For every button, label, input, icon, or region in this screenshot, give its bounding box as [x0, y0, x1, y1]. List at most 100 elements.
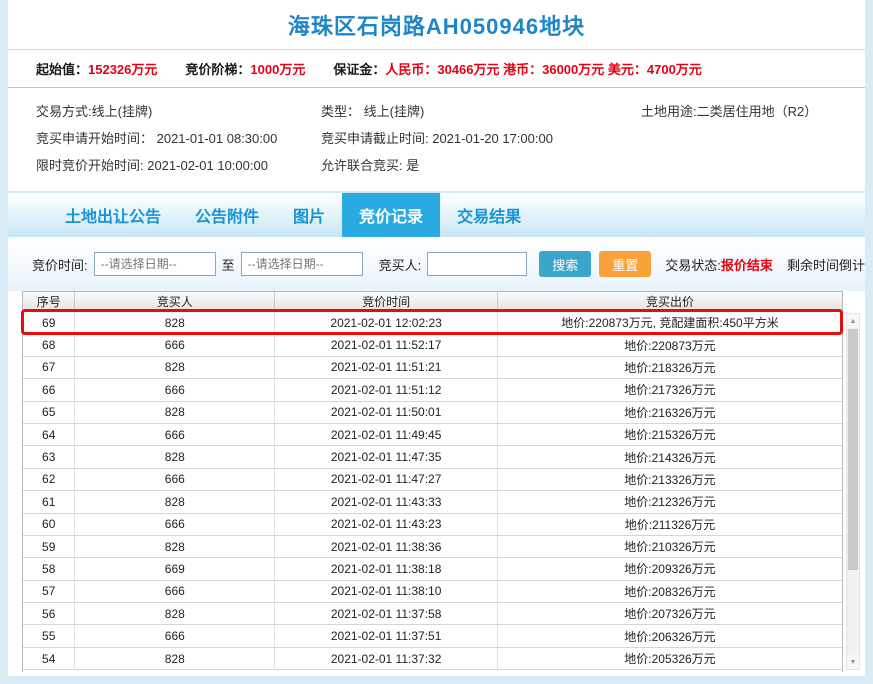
scrollbar-thumb[interactable]	[848, 329, 858, 570]
header-bidder: 竞买人	[75, 292, 275, 311]
countdown-label: 剩余时间倒计时:	[787, 255, 873, 274]
trade-status-value: 报价结束	[721, 255, 773, 274]
date-range-separator: 至	[222, 255, 235, 274]
cell-bidder: 828	[75, 402, 275, 423]
cell-bid-price: 地价:220873万元, 竞配建面积:450平方米	[498, 312, 842, 333]
cell-bid-time: 2021-02-01 11:37:32	[275, 648, 498, 669]
bidder-filter-label: 竞买人:	[379, 255, 422, 274]
cell-seq: 65	[23, 402, 75, 423]
bid-step-label: 竞价阶梯：	[185, 62, 250, 77]
table-row: 69 828 2021-02-01 12:02:23 地价:220873万元, …	[23, 312, 842, 334]
details-row-1: 交易方式:线上(挂牌) 类型： 线上(挂牌) 土地用途:二类居住用地（R2）	[36, 98, 837, 125]
scroll-down-icon[interactable]: ▼	[847, 655, 859, 669]
trade-status-label: 交易状态:	[665, 255, 721, 274]
trade-type: 类型： 线上(挂牌)	[321, 98, 641, 125]
table-row: 59 828 2021-02-01 11:38:36 地价:210326万元	[23, 536, 842, 558]
tab-images[interactable]: 图片	[276, 193, 342, 237]
table-row: 67 828 2021-02-01 11:51:21 地价:218326万元	[23, 357, 842, 379]
cell-seq: 67	[23, 357, 75, 378]
tab-trade-result[interactable]: 交易结果	[440, 193, 538, 237]
details-row-2: 竞买申请开始时间： 2021-01-01 08:30:00 竞买申请截止时间: …	[36, 125, 837, 152]
cell-bid-time: 2021-02-01 11:47:35	[275, 446, 498, 467]
bid-table-body: 69 828 2021-02-01 12:02:23 地价:220873万元, …	[23, 312, 842, 670]
table-scrollbar[interactable]: ▲ ▼	[846, 313, 860, 670]
cell-bidder: 666	[75, 424, 275, 445]
tab-notice-attachments[interactable]: 公告附件	[178, 193, 276, 237]
cell-bid-time: 2021-02-01 11:38:18	[275, 558, 498, 579]
cell-bidder: 666	[75, 334, 275, 355]
deposit-group: 保证金：人民币：30466万元 港币：36000万元 美元：4700万元	[333, 59, 701, 78]
cell-bidder: 666	[75, 514, 275, 535]
filter-bar: 竞价时间: 至 竞买人: 搜索 重置 交易状态: 报价结束 剩余时间倒计时: 0…	[8, 237, 865, 291]
table-row: 61 828 2021-02-01 11:43:33 地价:212326万元	[23, 491, 842, 513]
tab-land-notice[interactable]: 土地出让公告	[48, 193, 178, 237]
bid-table: 序号 竞买人 竞价时间 竞买出价 69 828 2021-02-01 12:02…	[22, 291, 843, 672]
cell-bid-time: 2021-02-01 11:49:45	[275, 424, 498, 445]
cell-bidder: 828	[75, 357, 275, 378]
tab-bid-records[interactable]: 竞价记录	[342, 193, 440, 237]
cell-bid-time: 2021-02-01 11:38:10	[275, 581, 498, 602]
table-row: 58 669 2021-02-01 11:38:18 地价:209326万元	[23, 558, 842, 580]
start-value-group: 起始值：152326万元	[36, 59, 157, 78]
table-row: 64 666 2021-02-01 11:49:45 地价:215326万元	[23, 424, 842, 446]
table-row: 56 828 2021-02-01 11:37:58 地价:207326万元	[23, 603, 842, 625]
cell-bid-price: 地价:220873万元	[498, 334, 842, 355]
cell-bid-time: 2021-02-01 11:38:36	[275, 536, 498, 557]
cell-bid-price: 地价:213326万元	[498, 469, 842, 490]
tab-panel: 土地出让公告 公告附件 图片 竞价记录 交易结果 竞价时间: 至 竞买人: 搜索…	[8, 191, 865, 676]
table-row: 60 666 2021-02-01 11:43:23 地价:211326万元	[23, 514, 842, 536]
start-value: 152326万元	[88, 62, 157, 77]
cell-seq: 62	[23, 469, 75, 490]
apply-start-time: 竞买申请开始时间： 2021-01-01 08:30:00	[36, 125, 321, 152]
bid-step-value: 1000万元	[250, 62, 305, 77]
bid-time-label: 竞价时间:	[32, 255, 88, 274]
cell-bidder: 666	[75, 581, 275, 602]
header-seq: 序号	[23, 292, 75, 311]
cell-bidder: 666	[75, 469, 275, 490]
cell-bidder: 828	[75, 603, 275, 624]
deposit-label: 保证金：	[333, 62, 385, 77]
table-row: 66 666 2021-02-01 11:51:12 地价:217326万元	[23, 379, 842, 401]
table-row: 62 666 2021-02-01 11:47:27 地价:213326万元	[23, 469, 842, 491]
cell-bid-price: 地价:205326万元	[498, 648, 842, 669]
cell-bid-time: 2021-02-01 11:47:27	[275, 469, 498, 490]
cell-bid-time: 2021-02-01 11:50:01	[275, 402, 498, 423]
cell-bidder: 828	[75, 312, 275, 333]
trade-mode: 交易方式:线上(挂牌)	[36, 98, 321, 125]
cell-seq: 60	[23, 514, 75, 535]
header-bid-time: 竞价时间	[275, 292, 498, 311]
cell-seq: 57	[23, 581, 75, 602]
header-bid-price: 竞买出价	[498, 292, 842, 311]
bidder-input[interactable]	[427, 252, 527, 276]
date-to-input[interactable]	[241, 252, 363, 276]
title-bar: 海珠区石岗路AH050946地块	[8, 0, 865, 50]
joint-bid-allowed: 允许联合竞买: 是	[321, 152, 641, 179]
table-row: 65 828 2021-02-01 11:50:01 地价:216326万元	[23, 402, 842, 424]
cell-seq: 63	[23, 446, 75, 467]
cell-bid-price: 地价:210326万元	[498, 536, 842, 557]
cell-bid-time: 2021-02-01 11:43:23	[275, 514, 498, 535]
cell-bidder: 828	[75, 536, 275, 557]
bid-start-time: 限时竞价开始时间: 2021-02-01 10:00:00	[36, 152, 321, 179]
table-row: 55 666 2021-02-01 11:37:51 地价:206326万元	[23, 625, 842, 647]
cell-bid-price: 地价:216326万元	[498, 402, 842, 423]
cell-bidder: 828	[75, 446, 275, 467]
cell-seq: 55	[23, 625, 75, 646]
cell-bid-time: 2021-02-01 11:51:12	[275, 379, 498, 400]
cell-bid-time: 2021-02-01 11:52:17	[275, 334, 498, 355]
reset-button[interactable]: 重置	[599, 251, 651, 277]
search-button[interactable]: 搜索	[539, 251, 591, 277]
cell-bidder: 666	[75, 379, 275, 400]
date-from-input[interactable]	[94, 252, 216, 276]
bid-step-group: 竞价阶梯：1000万元	[185, 59, 305, 78]
table-row: 63 828 2021-02-01 11:47:35 地价:214326万元	[23, 446, 842, 468]
cell-bid-price: 地价:214326万元	[498, 446, 842, 467]
cell-seq: 66	[23, 379, 75, 400]
details-row-3: 限时竞价开始时间: 2021-02-01 10:00:00 允许联合竞买: 是	[36, 152, 837, 179]
cell-seq: 61	[23, 491, 75, 512]
cell-bid-price: 地价:215326万元	[498, 424, 842, 445]
deposit-value: 人民币：30466万元 港币：36000万元 美元：4700万元	[385, 62, 701, 77]
cell-bid-price: 地价:218326万元	[498, 357, 842, 378]
scroll-up-icon[interactable]: ▲	[847, 314, 859, 328]
cell-seq: 64	[23, 424, 75, 445]
